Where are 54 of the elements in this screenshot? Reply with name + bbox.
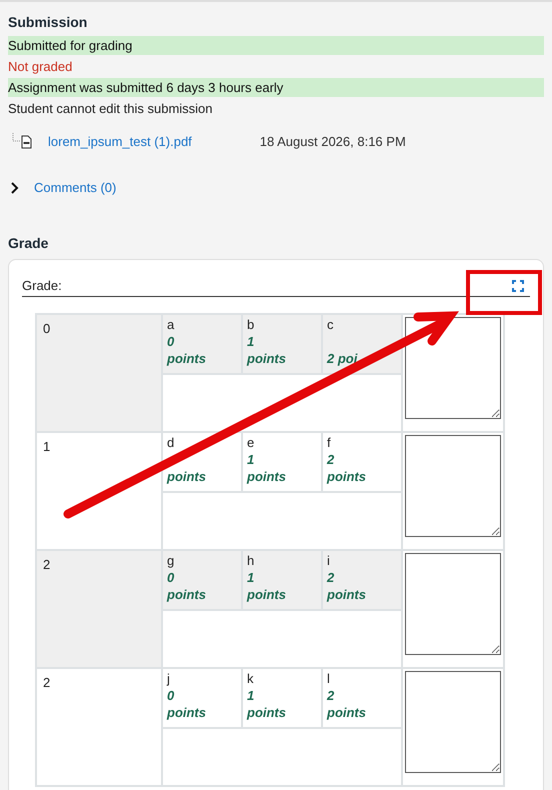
section-heading: Submission — [8, 14, 88, 30]
level-definition: l — [327, 670, 331, 687]
level-score: 2 points — [327, 687, 367, 721]
level-score: 1 points — [247, 451, 287, 485]
fullscreen-icon[interactable] — [512, 280, 524, 292]
remark-field[interactable] — [405, 553, 501, 655]
level-cell[interactable]: b 1 points — [243, 315, 323, 375]
level-cell[interactable]: f 2 points — [323, 433, 401, 493]
level-cell[interactable]: d points — [163, 433, 243, 493]
level-score: 0 points — [167, 569, 207, 603]
level-score: points — [167, 468, 207, 485]
criterion-cell: 0 — [36, 314, 162, 432]
remark-field[interactable] — [405, 671, 501, 773]
level-score: 2 poi — [327, 350, 358, 367]
level-score: 2 points — [327, 451, 367, 485]
level-score: 1 points — [247, 569, 287, 603]
level-definition: e — [247, 434, 256, 451]
level-score: 2 points — [327, 569, 367, 603]
level-cell[interactable]: h 1 points — [243, 551, 323, 611]
grade-label: Grade: — [22, 278, 62, 293]
criterion-cell: 2 — [36, 550, 162, 668]
file-link[interactable]: lorem_ipsum_test (1).pdf — [48, 134, 192, 148]
level-score: 1 points — [247, 333, 287, 367]
status-text: Assignment was submitted 6 days 3 hours early — [8, 78, 544, 97]
level-cell[interactable]: j 0 points — [163, 669, 243, 729]
level-definition: a — [167, 316, 176, 333]
level-cell[interactable]: i 2 points — [323, 551, 401, 611]
level-definition: h — [247, 552, 256, 569]
level-cell[interactable]: l 2 points — [323, 669, 401, 729]
remark-field[interactable] — [405, 435, 501, 537]
level-score: 0 points — [167, 333, 207, 367]
level-score: 1 points — [247, 687, 287, 721]
level-definition: i — [327, 552, 331, 569]
level-definition: b — [247, 316, 256, 333]
file-date: 18 August 2026, 8:16 PM — [260, 134, 406, 148]
status-text: Not graded — [8, 58, 74, 76]
status-text: Submitted for grading — [8, 36, 544, 55]
level-cell[interactable]: a 0 points — [163, 315, 243, 375]
section-heading: Grade — [8, 235, 50, 251]
comments-link[interactable]: Comments (0) — [34, 180, 116, 195]
level-definition: c — [327, 316, 334, 333]
remark-field[interactable] — [405, 317, 501, 419]
level-cell[interactable]: e 1 points — [243, 433, 323, 493]
level-cell[interactable]: k 1 points — [243, 669, 323, 729]
level-definition: g — [167, 552, 176, 569]
level-definition: k — [247, 670, 254, 687]
level-score: 0 points — [167, 687, 207, 721]
level-definition: f — [327, 434, 332, 451]
file-tree-icon — [12, 132, 34, 150]
status-text: Student cannot edit this submission — [8, 100, 214, 118]
level-definition: j — [167, 670, 171, 687]
level-definition: d — [167, 434, 176, 451]
level-cell[interactable]: g 0 points — [163, 551, 243, 611]
chevron-right-icon[interactable] — [10, 182, 20, 194]
